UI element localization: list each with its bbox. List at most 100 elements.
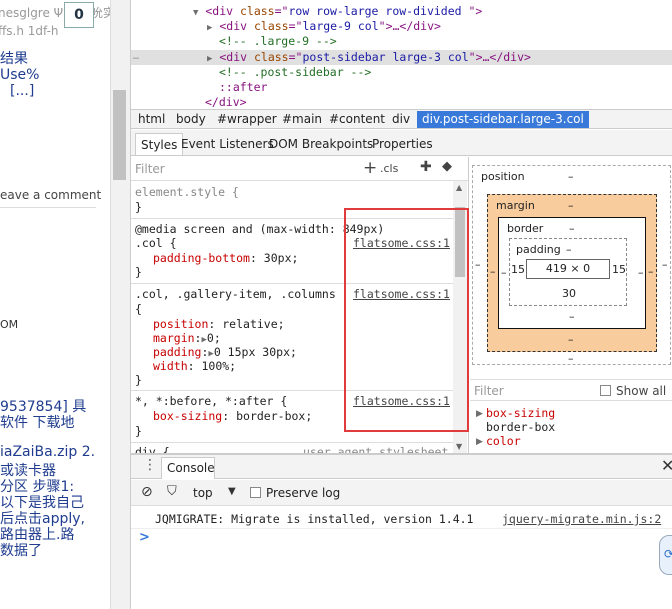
filter-icon[interactable]: ⛉: [167, 484, 177, 499]
border-top-value[interactable]: –: [569, 222, 575, 235]
rule-selector[interactable]: div {: [135, 445, 170, 453]
dom-closing-tag[interactable]: </div>: [205, 95, 247, 110]
extension-side-icon[interactable]: ⟳: [659, 535, 672, 575]
scroll-up-arrow-icon[interactable]: ▲: [456, 183, 462, 192]
border-box[interactable]: border – – – – padding – 15 15 30 419 × …: [498, 217, 646, 329]
toggle-classes-button[interactable]: .cls: [380, 162, 398, 175]
css-declaration[interactable]: padding:▶0 15px 30px;: [153, 345, 297, 359]
css-declaration[interactable]: padding-bottom: 30px;: [153, 251, 298, 265]
css-declaration[interactable]: box-sizing: border-box;: [153, 409, 312, 423]
tab-properties[interactable]: Properties: [367, 133, 438, 155]
padding-box[interactable]: padding – 15 15 30 419 × 0: [509, 238, 627, 306]
padding-right-value[interactable]: 15: [612, 263, 626, 276]
rule-close-brace: }: [135, 424, 142, 438]
show-all-label: Show all: [616, 384, 667, 398]
close-drawer-icon[interactable]: ✕: [661, 456, 672, 475]
devtools-panel: … ▼ <div class="row row-large row-divide…: [130, 0, 672, 609]
border-bottom-value[interactable]: –: [569, 310, 575, 323]
leave-comment-link[interactable]: eave a comment: [0, 188, 101, 202]
styles-filter-bar: Filter + .cls ✚ ◆: [131, 157, 468, 181]
position-top-value: –: [568, 170, 574, 183]
read-more-link[interactable]: [...]: [10, 83, 34, 99]
collapse-triangle-icon[interactable]: ▼: [193, 8, 198, 18]
margin-box[interactable]: margin – – – – border – – – – padding – …: [487, 194, 657, 352]
computed-property-name[interactable]: color: [486, 434, 521, 448]
preserve-log-checkbox[interactable]: [250, 487, 261, 498]
content-box[interactable]: 419 × 0: [526, 259, 610, 279]
clear-console-icon[interactable]: ⊘: [141, 484, 153, 500]
dom-comment[interactable]: <!-- .post-sidebar -->: [219, 65, 371, 80]
console-toolbar: ⊘ ⛉ top ▼ Preserve log: [131, 480, 672, 506]
console-source-link[interactable]: jquery-migrate.min.js:2: [502, 512, 661, 526]
expand-triangle-icon[interactable]: ▶: [476, 437, 483, 447]
breadcrumb-div[interactable]: div: [387, 111, 415, 128]
page-text-line: OM: [0, 318, 19, 331]
dom-node[interactable]: ▶ <div class="large-9 col">…</div>: [207, 19, 441, 34]
drawer-menu-icon[interactable]: ⋮: [143, 457, 157, 473]
padding-left-value[interactable]: 15: [511, 263, 525, 276]
breadcrumb-wrapper[interactable]: #wrapper: [212, 111, 282, 128]
dom-pseudo-element[interactable]: ::after: [219, 80, 267, 95]
breadcrumb-selected[interactable]: div.post-sidebar.large-3.col: [417, 111, 589, 128]
breadcrumb-main[interactable]: #main: [277, 111, 327, 128]
border-right-value[interactable]: –: [638, 266, 644, 279]
web-page-content: nesglgre Ψ 要买吮实 ffs.h 1df-h 0 结果 Use% [.…: [0, 0, 110, 609]
console-prompt[interactable]: >: [139, 530, 150, 545]
breadcrumb-content[interactable]: #content: [324, 111, 390, 128]
element-style-selector[interactable]: element.style {: [135, 185, 239, 199]
comment-count-badge[interactable]: 0: [64, 2, 94, 28]
border-left-value[interactable]: –: [501, 266, 507, 279]
expand-triangle-icon[interactable]: ▶: [476, 409, 483, 419]
dom-comment[interactable]: <!-- .large-9 -->: [219, 34, 337, 49]
breadcrumb-body[interactable]: body: [171, 111, 211, 128]
ua-stylesheet-label: user agent stylesheet: [303, 445, 449, 453]
computed-property-name[interactable]: box-sizing: [486, 406, 555, 420]
divider: [0, 207, 96, 208]
dom-node-selected[interactable]: ▶ <div class="post-sidebar large-3 col">…: [207, 50, 531, 65]
download-link[interactable]: iaZaiBa.zip 2.: [0, 444, 95, 460]
computed-pane: position – – – – margin – – – – border –…: [470, 157, 672, 453]
node-menu-dots[interactable]: …: [133, 51, 139, 62]
tab-console[interactable]: Console: [161, 457, 215, 479]
rule-close-brace: }: [135, 265, 142, 279]
preserve-log-label: Preserve log: [266, 486, 341, 500]
rule-close-brace: }: [135, 200, 142, 214]
computed-property-value: border-box: [486, 420, 556, 434]
page-text-line: 软件 下载地: [0, 415, 75, 431]
rule-selector[interactable]: *, *:before, *:after {: [135, 394, 287, 408]
sidebar-tabs: Styles Event Listeners DOM Breakpoints P…: [131, 130, 672, 156]
margin-right-value[interactable]: –: [648, 265, 654, 278]
margin-left-value[interactable]: –: [490, 265, 496, 278]
padding-top-value[interactable]: –: [566, 243, 572, 256]
rule-open-brace: {: [135, 302, 142, 316]
margin-top-value[interactable]: –: [568, 199, 574, 212]
expand-triangle-icon[interactable]: ▶: [207, 54, 212, 64]
breadcrumb-html[interactable]: html: [133, 111, 170, 128]
css-declaration[interactable]: position: relative;: [153, 317, 285, 331]
padding-bottom-value[interactable]: 30: [562, 287, 576, 300]
expand-triangle-icon[interactable]: ▶: [207, 23, 212, 33]
context-selector[interactable]: top: [193, 486, 213, 500]
styles-filter-input[interactable]: Filter: [135, 162, 165, 176]
computed-filter-bar: Filter Show all: [470, 379, 672, 401]
pin-state-icon[interactable]: ✚: [420, 159, 432, 175]
padding-label: padding: [516, 243, 561, 256]
scroll-down-arrow-icon[interactable]: ▼: [456, 442, 462, 451]
rule-selector[interactable]: .col {: [135, 236, 177, 250]
dom-node[interactable]: ▼ <div class="row row-large row-divided …: [193, 4, 482, 19]
tab-dom-breakpoints[interactable]: DOM Breakpoints: [264, 133, 378, 155]
add-rule-icon[interactable]: +: [363, 158, 377, 178]
show-all-checkbox[interactable]: [600, 385, 611, 396]
color-format-icon[interactable]: ◆: [442, 159, 452, 174]
chevron-down-icon[interactable]: ▼: [228, 486, 236, 497]
margin-bottom-value[interactable]: –: [568, 333, 574, 346]
css-declaration[interactable]: margin:▶0;: [153, 331, 221, 345]
margin-label: margin: [496, 199, 535, 212]
css-declaration[interactable]: width: 100%;: [153, 359, 236, 373]
dom-tree: … ▼ <div class="row row-large row-divide…: [131, 0, 672, 110]
page-scrollbar-thumb[interactable]: [113, 90, 126, 180]
highlight-annotation-box: [344, 208, 469, 432]
computed-filter-input[interactable]: Filter: [474, 384, 504, 398]
rule-selector[interactable]: .col, .gallery-item, .columns: [135, 287, 336, 301]
console-message-text: JQMIGRATE: Migrate is installed, version…: [155, 512, 474, 526]
